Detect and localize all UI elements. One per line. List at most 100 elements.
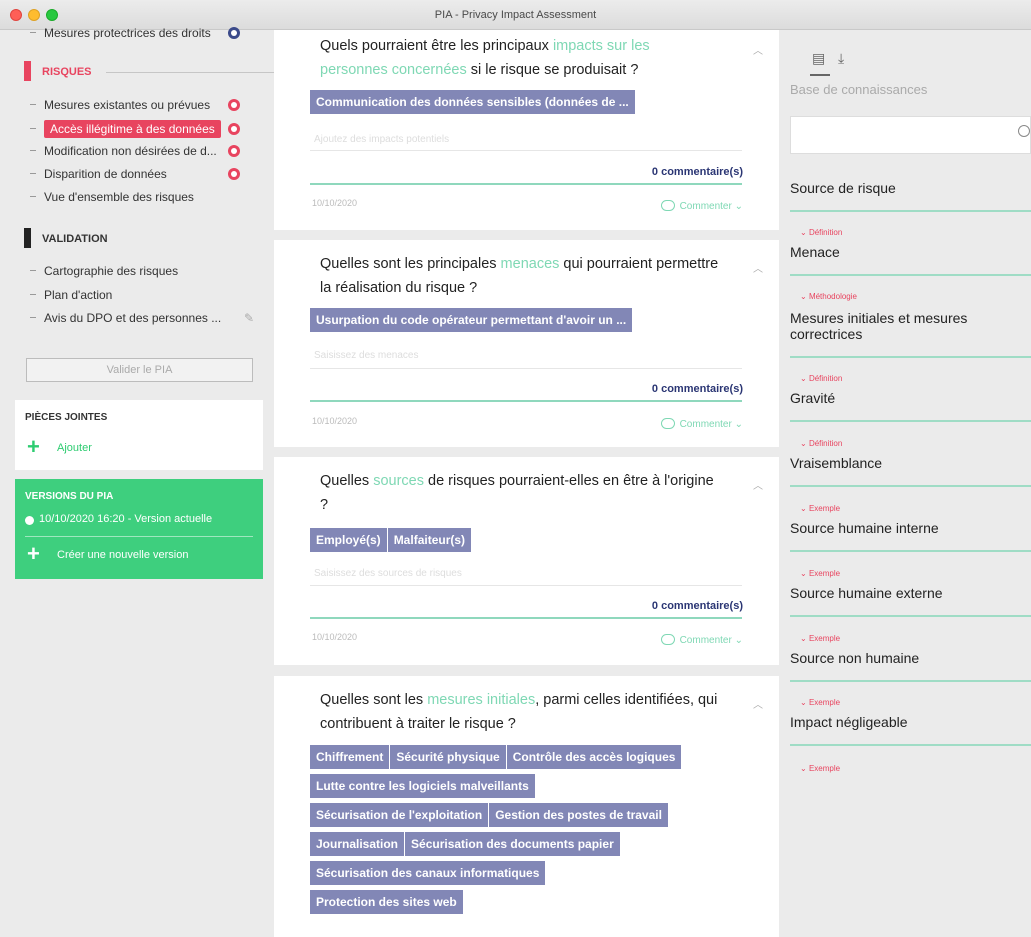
plus-icon[interactable]: +	[27, 436, 40, 458]
comment-bubble-icon	[660, 418, 675, 429]
question-card-menaces: Quelles sont les principales menaces qui…	[274, 240, 779, 447]
tag-chip[interactable]: Sécurisation de l'exploitation	[310, 803, 489, 827]
tag-chip[interactable]: Chiffrement	[310, 745, 390, 769]
versions-title: VERSIONS DU PIA	[25, 491, 114, 502]
comments-count[interactable]: 0 commentaire(s)	[652, 600, 743, 612]
close-window-button[interactable]	[10, 9, 22, 21]
kb-item-category: ⌄ Exemple	[800, 764, 841, 773]
tag-chip[interactable]: Sécurisation des canaux informatiques	[310, 861, 546, 885]
dash-icon	[30, 104, 36, 105]
sidebar-item-plan-action[interactable]: Plan d'action	[30, 286, 240, 304]
kb-category-label: Exemple	[808, 698, 841, 707]
gear-icon	[228, 145, 240, 157]
search-icon[interactable]	[1018, 125, 1030, 137]
question-card-sources: Quelles sources de risques pourraient-el…	[274, 457, 779, 665]
kb-item-category: ⌄ Définition	[800, 228, 843, 237]
question-part: Quelles sont les principales	[320, 256, 501, 272]
dash-icon	[30, 32, 36, 33]
tag-chip[interactable]: Communication des données sensibles (don…	[310, 90, 635, 114]
tag-chip[interactable]: Gestion des postes de travail	[489, 803, 668, 827]
sidebar-item-label: Disparition de données	[44, 167, 167, 181]
section-title: RISQUES	[42, 66, 92, 78]
divider	[310, 150, 742, 151]
comment-label: Commenter	[679, 201, 732, 212]
tag-chip[interactable]: Usurpation du code opérateur permettant …	[310, 308, 633, 332]
collapse-caret-icon[interactable]: ︿	[753, 477, 763, 492]
add-attachment-link[interactable]: Ajouter	[57, 442, 92, 454]
current-version[interactable]: 10/10/2020 16:20 - Version actuelle	[39, 513, 212, 525]
tag-chip[interactable]: Journalisation	[310, 832, 405, 856]
tag-chip[interactable]: Malfaiteur(s)	[387, 528, 472, 552]
sidebar-item-mesures-droits[interactable]: Mesures protectrices des droits	[30, 24, 240, 42]
divider	[790, 485, 1031, 487]
date-label: 10/10/2020	[312, 632, 358, 642]
kb-category-label: Exemple	[808, 504, 841, 513]
kb-item-name: Gravité	[790, 390, 836, 406]
sidebar-item-avis-dpo[interactable]: Avis du DPO et des personnes ... ✎	[30, 309, 254, 327]
knowledge-title: Base de connaissances	[790, 82, 928, 97]
question-text: Quelles sources de risques pourraient-el…	[320, 469, 720, 517]
sidebar-item-mesures-existantes[interactable]: Mesures existantes ou prévues	[30, 96, 240, 114]
tag-chip[interactable]: Protection des sites web	[310, 890, 463, 914]
divider	[790, 210, 1031, 212]
tag-input[interactable]: Saisissez des menaces	[314, 350, 419, 361]
kb-item-category: ⌄ Exemple	[800, 634, 841, 643]
zoom-window-button[interactable]	[46, 9, 58, 21]
kb-item-category: ⌄ Définition	[800, 374, 843, 383]
check-icon	[228, 27, 240, 39]
kb-item-name: Source humaine externe	[790, 585, 943, 601]
sidebar-item-acces-illegitime[interactable]: Accès illégitime à des données	[30, 120, 240, 138]
kb-item-category: ⌄ Méthodologie	[800, 292, 857, 301]
tag-list: Chiffrement Sécurité physique Contrôle des…	[310, 745, 730, 919]
sidebar-item-vue-ensemble[interactable]: Vue d'ensemble des risques	[30, 188, 240, 206]
sidebar-item-modification[interactable]: Modification non désirées de d...	[30, 142, 240, 160]
new-version-link[interactable]: Créer une nouvelle version	[57, 549, 188, 561]
knowledge-search-input[interactable]	[790, 116, 1031, 154]
date-label: 10/10/2020	[312, 198, 358, 208]
kb-category-label: Exemple	[808, 764, 841, 773]
comments-count[interactable]: 0 commentaire(s)	[652, 383, 743, 395]
validate-pia-button[interactable]: Valider le PIA	[26, 358, 253, 382]
plus-icon[interactable]: +	[27, 543, 40, 565]
kb-item-name: Menace	[790, 244, 840, 260]
tag-list: Usurpation du code opérateur permettant …	[310, 308, 740, 337]
tag-chip[interactable]: Lutte contre les logiciels malveillants	[310, 774, 535, 798]
divider	[310, 617, 742, 619]
collapse-caret-icon[interactable]: ︿	[753, 260, 763, 275]
gear-icon	[228, 99, 240, 111]
question-keyword[interactable]: mesures initiales	[427, 692, 535, 708]
tag-input[interactable]: Saisissez des sources de risques	[314, 568, 462, 579]
kb-category-label: Définition	[808, 374, 843, 383]
minimize-window-button[interactable]	[28, 9, 40, 21]
comment-button[interactable]: Commenter ⌄	[660, 634, 743, 646]
dash-icon	[30, 270, 36, 271]
kb-item-category: ⌄ Exemple	[800, 569, 841, 578]
tag-input[interactable]: Ajoutez des impacts potentiels	[314, 134, 449, 145]
dash-icon	[30, 317, 36, 318]
window-title: PIA - Privacy Impact Assessment	[434, 9, 597, 21]
tag-chip[interactable]: Sécurisation des documents papier	[405, 832, 620, 856]
question-part: si le risque se produisait ?	[466, 62, 639, 78]
sidebar-item-cartographie[interactable]: Cartographie des risques	[30, 262, 240, 280]
comments-count[interactable]: 0 commentaire(s)	[652, 166, 743, 178]
tag-list: Communication des données sensibles (don…	[310, 90, 740, 119]
comment-button[interactable]: Commenter ⌄	[660, 418, 743, 430]
comment-button[interactable]: Commenter ⌄	[660, 200, 743, 212]
collapse-caret-icon[interactable]: ︿	[753, 42, 763, 57]
question-keyword[interactable]: menaces	[501, 256, 560, 272]
current-version-dot-icon	[25, 516, 34, 525]
book-icon[interactable]: ▤	[812, 50, 828, 66]
collapse-caret-icon[interactable]: ︿	[753, 696, 763, 711]
tag-chip[interactable]: Contrôle des accès logiques	[506, 745, 682, 769]
question-keyword[interactable]: sources	[373, 473, 424, 489]
tag-chip[interactable]: Employé(s)	[310, 528, 387, 552]
dash-icon	[30, 128, 36, 129]
sidebar-item-disparition[interactable]: Disparition de données	[30, 165, 240, 183]
sidebar-item-label: Avis du DPO et des personnes ...	[44, 311, 222, 325]
question-part: Quels pourraient être les principaux	[320, 38, 553, 54]
dash-icon	[30, 173, 36, 174]
sidebar-item-label: Mesures protectrices des droits	[44, 26, 211, 40]
tag-chip[interactable]: Sécurité physique	[390, 745, 506, 769]
dash-icon	[30, 196, 36, 197]
download-icon[interactable]: ⤓	[838, 50, 854, 66]
